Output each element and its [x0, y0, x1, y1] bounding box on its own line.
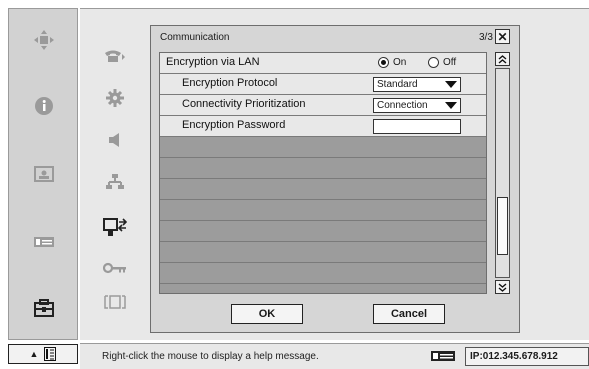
double-chevron-down-icon: [498, 282, 507, 292]
row-encryption-password[interactable]: Encryption Password: [160, 116, 486, 137]
row-connectivity-prioritization[interactable]: Connectivity Prioritization Connection: [160, 95, 486, 116]
encryption-protocol-select[interactable]: Standard: [373, 77, 461, 92]
empty-row: [160, 242, 486, 263]
select-value: Standard: [377, 79, 418, 90]
empty-row: [160, 137, 486, 158]
row-label: Encryption Password: [182, 119, 286, 131]
radio-dot: [428, 57, 439, 68]
status-bar: Right-click the mouse to display a help …: [80, 343, 589, 369]
scroll-track[interactable]: [495, 68, 510, 278]
list-icon: [44, 347, 57, 361]
double-chevron-up-icon: [498, 54, 507, 64]
row-label: Connectivity Prioritization: [182, 98, 306, 110]
scrollbar[interactable]: [495, 52, 511, 294]
page-indicator: 3/3: [479, 32, 493, 43]
row-label: Encryption via LAN: [166, 56, 260, 68]
empty-row: [160, 200, 486, 221]
secondary-menu: Communication 3/3 ✕ Encryption via LAN O…: [80, 8, 589, 340]
info-icon[interactable]: [9, 91, 79, 121]
help-message: Right-click the mouse to display a help …: [102, 351, 319, 362]
scroll-thumb[interactable]: [497, 197, 508, 255]
app-window: Communication 3/3 ✕ Encryption via LAN O…: [0, 0, 589, 369]
password-input[interactable]: [373, 119, 461, 134]
radio-off-label: Off: [443, 57, 457, 68]
projector-status-icon: [431, 351, 455, 361]
frame-icon[interactable]: [88, 287, 142, 317]
move-icon[interactable]: [9, 25, 79, 55]
key-icon[interactable]: [88, 253, 142, 283]
radio-on[interactable]: On: [378, 57, 406, 68]
triangle-up-icon: ▲: [29, 349, 39, 359]
select-value: Connection: [377, 100, 428, 111]
close-button[interactable]: ✕: [495, 29, 510, 44]
primary-menu: [8, 8, 78, 340]
ip-address: IP:012.345.678.912: [465, 347, 589, 366]
row-encryption-protocol[interactable]: Encryption Protocol Standard: [160, 74, 486, 95]
empty-row: [160, 221, 486, 242]
setup-icon[interactable]: [9, 293, 79, 323]
connectivity-select[interactable]: Connection: [373, 98, 461, 113]
scroll-up-button[interactable]: [495, 52, 510, 66]
menu-toggle-button[interactable]: ▲: [8, 344, 78, 364]
ok-button[interactable]: OK: [231, 304, 303, 324]
gear-icon[interactable]: [88, 83, 142, 113]
scroll-down-button[interactable]: [495, 280, 510, 294]
empty-row: [160, 263, 486, 284]
image-icon[interactable]: [9, 159, 79, 189]
empty-row: [160, 179, 486, 200]
monitor-network-icon[interactable]: [88, 213, 142, 243]
radio-dot-selected: [378, 57, 389, 68]
radio-off[interactable]: Off: [428, 57, 456, 68]
row-encryption-via-lan[interactable]: Encryption via LAN On Off: [160, 53, 486, 74]
radio-on-label: On: [393, 57, 407, 68]
communication-dialog: Communication 3/3 ✕ Encryption via LAN O…: [150, 25, 520, 333]
cancel-button[interactable]: Cancel: [373, 304, 445, 324]
close-icon: ✕: [497, 29, 508, 44]
row-label: Encryption Protocol: [182, 77, 278, 89]
network-icon[interactable]: [88, 167, 142, 197]
dropdown-arrow-icon: [445, 81, 457, 88]
dropdown-arrow-icon: [445, 102, 457, 109]
projector-icon[interactable]: [9, 227, 79, 257]
dialog-title: Communication: [160, 32, 230, 43]
settings-table: Encryption via LAN On Off Encryption Pro…: [159, 52, 487, 294]
empty-row: [160, 158, 486, 179]
speaker-icon[interactable]: [88, 125, 142, 155]
phone-icon[interactable]: [88, 41, 142, 71]
